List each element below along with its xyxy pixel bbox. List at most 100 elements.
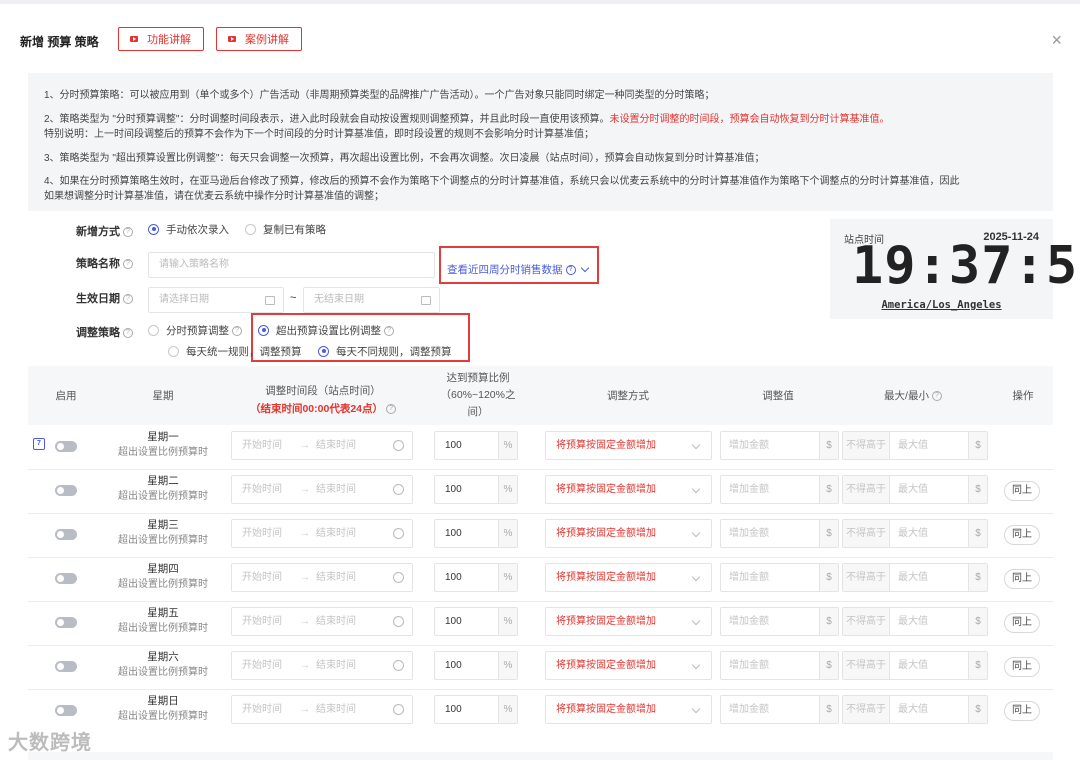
radio-same-rule[interactable]: 每天统一规则，调整预算 — [168, 344, 302, 359]
radio-same-rule-label: 每天统一规则，调整预算 — [186, 346, 302, 358]
radio-unchecked-icon — [245, 223, 256, 235]
amount-input[interactable]: 增加金额 $ — [720, 651, 839, 680]
amount-input[interactable]: 增加金额 $ — [720, 431, 839, 460]
time-range-picker[interactable]: 开始时间 → 结束时间 — [231, 695, 413, 724]
row-divider — [28, 469, 1053, 470]
method-value: 将预算按固定金额增加 — [556, 484, 656, 495]
method-select[interactable]: 将预算按固定金额增加 — [545, 607, 712, 636]
max-input[interactable]: 不得高于 最大值 $ — [842, 695, 988, 724]
enable-toggle[interactable] — [55, 705, 77, 716]
time-range-picker[interactable]: 开始时间 → 结束时间 — [231, 607, 413, 636]
amount-input[interactable]: 增加金额 $ — [720, 475, 839, 504]
enable-toggle[interactable] — [55, 441, 77, 452]
time-range-picker[interactable]: 开始时间 → 结束时间 — [231, 651, 413, 680]
enable-toggle[interactable] — [55, 617, 77, 628]
time-range-picker[interactable]: 开始时间 → 结束时间 — [231, 563, 413, 592]
end-time-placeholder: 结束时间 — [316, 440, 356, 451]
currency-suffix: $ — [968, 696, 987, 723]
add-mode-label: 新增方式? — [76, 223, 133, 239]
clock-icon — [393, 440, 404, 451]
method-select[interactable]: 将预算按固定金额增加 — [545, 695, 712, 724]
time-range-picker[interactable]: 开始时间 → 结束时间 — [231, 519, 413, 548]
enable-toggle[interactable] — [55, 529, 77, 540]
method-value: 将预算按固定金额增加 — [556, 660, 656, 671]
col-value: 调整值 — [762, 390, 794, 402]
note-2-special: 特别说明：上一时间段调整后的预算不会作为下一个时间段的分时计算基准值，即时段设置… — [44, 129, 594, 140]
help-icon: ? — [931, 391, 942, 402]
help-icon: ? — [123, 294, 133, 305]
radio-timed-budget[interactable]: 分时预算调整? — [148, 323, 242, 338]
max-input[interactable]: 不得高于 最大值 $ — [842, 607, 988, 636]
same-as-above-button[interactable]: 同上 — [1004, 657, 1040, 677]
adjust-strategy-label: 调整策略? — [76, 324, 133, 340]
arrow-right-icon: → — [300, 704, 310, 715]
enable-toggle[interactable] — [55, 661, 77, 672]
feature-video-label: 功能讲解 — [147, 34, 191, 46]
time-range-picker[interactable]: 开始时间 → 结束时间 — [231, 431, 413, 460]
max-input[interactable]: 不得高于 最大值 $ — [842, 475, 988, 504]
radio-diff-rule[interactable]: 每天不同规则，调整预算 — [318, 344, 452, 359]
row-divider — [28, 557, 1053, 558]
enable-toggle[interactable] — [55, 485, 77, 496]
ratio-input[interactable]: 100% — [434, 651, 518, 680]
ratio-input[interactable]: 100% — [434, 695, 518, 724]
same-as-above-button[interactable]: 同上 — [1004, 613, 1040, 633]
currency-suffix: $ — [819, 432, 838, 459]
calendar-icon[interactable]: 7 — [33, 438, 45, 450]
weekday-name: 星期二 — [147, 475, 179, 487]
method-select[interactable]: 将预算按固定金额增加 — [545, 431, 712, 460]
feature-video-button[interactable]: 功能讲解 — [118, 27, 204, 51]
max-input[interactable]: 不得高于 最大值 $ — [842, 519, 988, 548]
max-placeholder: 最大值 — [898, 616, 928, 627]
same-as-above-button[interactable]: 同上 — [1004, 701, 1040, 721]
amount-input[interactable]: 增加金额 $ — [720, 563, 839, 592]
radio-copy-strategy[interactable]: 复制已有策略 — [245, 222, 326, 237]
ratio-input[interactable]: 100% — [434, 563, 518, 592]
method-value: 将预算按固定金额增加 — [556, 572, 656, 583]
weekday-name: 星期三 — [147, 519, 179, 531]
max-input[interactable]: 不得高于 最大值 $ — [842, 431, 988, 460]
ratio-input[interactable]: 100% — [434, 475, 518, 504]
time-range-picker[interactable]: 开始时间 → 结束时间 — [231, 475, 413, 504]
calendar-icon — [421, 296, 431, 305]
max-input[interactable]: 不得高于 最大值 $ — [842, 563, 988, 592]
max-placeholder: 最大值 — [898, 440, 928, 451]
table-row: 星期四 超出设置比例预算时 开始时间 → 结束时间 100% 将预算按固定金额增加 增加金额 $… — [28, 557, 1053, 601]
strategy-name-label: 策略名称? — [76, 255, 133, 271]
radio-manual-entry[interactable]: 手动依次录入 — [148, 222, 229, 237]
col-method: 调整方式 — [607, 390, 649, 402]
radio-exceed-ratio[interactable]: 超出预算设置比例调整? — [258, 323, 394, 338]
view-sales-data-link[interactable]: 查看近四周分时销售数据? — [447, 262, 589, 277]
enable-toggle[interactable] — [55, 573, 77, 584]
amount-input[interactable]: 增加金额 $ — [720, 695, 839, 724]
ratio-input[interactable]: 100% — [434, 607, 518, 636]
method-select[interactable]: 将预算按固定金额增加 — [545, 475, 712, 504]
amount-placeholder: 增加金额 — [729, 484, 769, 495]
method-select[interactable]: 将预算按固定金额增加 — [545, 563, 712, 592]
clock-icon — [393, 484, 404, 495]
arrow-right-icon: → — [300, 484, 310, 495]
end-date-input[interactable]: 无结束日期 — [303, 287, 440, 313]
ratio-input[interactable]: 100% — [434, 431, 518, 460]
same-as-above-button[interactable]: 同上 — [1004, 569, 1040, 589]
method-select[interactable]: 将预算按固定金额增加 — [545, 651, 712, 680]
weekday-sub: 超出设置比例预算时 — [118, 667, 208, 678]
same-as-above-button[interactable]: 同上 — [1004, 525, 1040, 545]
note-1: 1、分时预算策略：可以被应用到（单个或多个）广告活动（非周期预算类型的品牌推广广… — [44, 90, 715, 101]
strategy-name-input[interactable]: 请输入策略名称 — [148, 252, 435, 278]
amount-placeholder: 增加金额 — [729, 528, 769, 539]
case-video-button[interactable]: 案例讲解 — [216, 27, 302, 51]
ratio-input[interactable]: 100% — [434, 519, 518, 548]
amount-input[interactable]: 增加金额 $ — [720, 607, 839, 636]
radio-checked-icon — [148, 223, 159, 235]
help-icon: ? — [123, 328, 133, 339]
method-select[interactable]: 将预算按固定金额增加 — [545, 519, 712, 548]
col-period: 调整时间段（站点时间） — [228, 383, 418, 398]
table-row: 星期三 超出设置比例预算时 开始时间 → 结束时间 100% 将预算按固定金额增加 增加金额 $… — [28, 513, 1053, 557]
limit-prefix: 不得高于 — [843, 608, 890, 635]
start-date-input[interactable]: 请选择日期 — [148, 287, 284, 313]
amount-input[interactable]: 增加金额 $ — [720, 519, 839, 548]
same-as-above-button[interactable]: 同上 — [1004, 481, 1040, 501]
max-input[interactable]: 不得高于 最大值 $ — [842, 651, 988, 680]
close-icon[interactable]: × — [1051, 30, 1062, 51]
